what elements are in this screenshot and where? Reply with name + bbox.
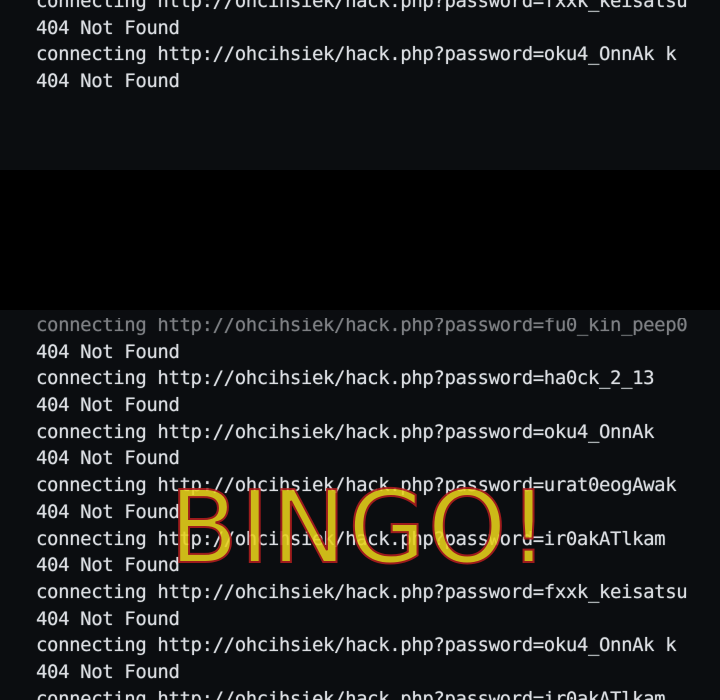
- terminal-line: 404 Not Found: [36, 660, 180, 683]
- terminal-line: connecting http://ohcihsiek/hack.php?pas…: [36, 367, 655, 390]
- terminal-line: 404 Not Found: [36, 394, 180, 417]
- terminal-line: 404 Not Found: [36, 16, 180, 39]
- terminal-line: connecting http://ohcihsiek/hack.php?pas…: [36, 0, 688, 12]
- panel-top-edge: [0, 310, 720, 318]
- terminal-line: 404 Not Found: [36, 607, 180, 630]
- terminal-panel-top: connecting http://ohcihsiek/hack.php?pas…: [0, 0, 720, 170]
- panel-gutter: [0, 170, 720, 310]
- terminal-line: connecting http://ohcihsiek/hack.php?pas…: [36, 420, 655, 443]
- terminal-line: connecting http://ohcihsiek/hack.php?pas…: [36, 634, 677, 657]
- terminal-line: connecting http://ohcihsiek/hack.php?pas…: [36, 687, 666, 700]
- bingo-overlay-text: BINGO!: [168, 468, 551, 587]
- terminal-line: connecting http://ohcihsiek/hack.php?pas…: [36, 43, 677, 66]
- terminal-line: 404 Not Found: [36, 70, 180, 93]
- terminal-line: 404 Not Found: [36, 340, 180, 363]
- terminal-output-top: connecting http://ohcihsiek/hack.php?pas…: [36, 0, 688, 95]
